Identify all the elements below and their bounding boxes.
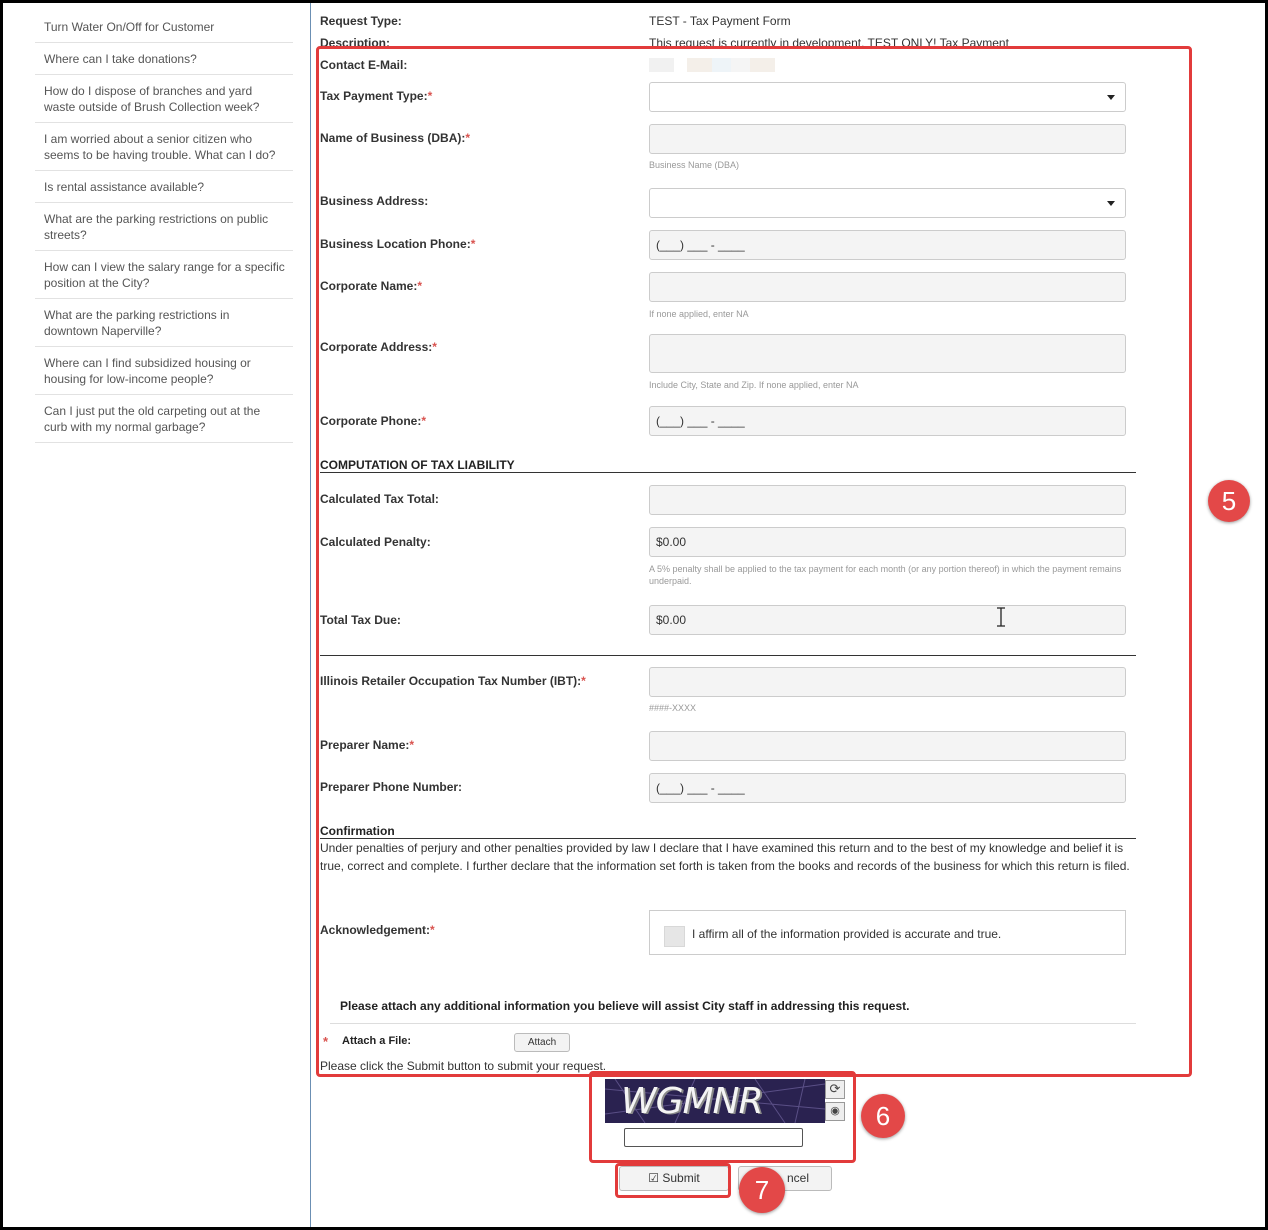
faq-link[interactable]: What are the parking restrictions on pub…	[35, 203, 293, 251]
badge-5: 5	[1208, 480, 1250, 522]
faq-link[interactable]: Where can I find subsidized housing or h…	[35, 347, 293, 395]
faq-link[interactable]: Is rental assistance available?	[35, 171, 293, 203]
faq-link[interactable]: How can I view the salary range for a sp…	[35, 251, 293, 299]
annotation-box-submit	[615, 1163, 731, 1198]
faq-link[interactable]: How do I dispose of branches and yard wa…	[35, 75, 293, 123]
screenshot-frame: Turn Water On/Off for Customer Where can…	[0, 0, 1268, 1230]
faq-link[interactable]: Where can I take donations?	[35, 43, 293, 75]
annotation-box-captcha	[589, 1071, 856, 1163]
faq-link[interactable]: What are the parking restrictions in dow…	[35, 299, 293, 347]
request-type-label: Request Type:	[320, 14, 402, 28]
faq-sidebar: Turn Water On/Off for Customer Where can…	[35, 11, 293, 443]
faq-link[interactable]: Can I just put the old carpeting out at …	[35, 395, 293, 443]
annotation-box-form	[316, 46, 1192, 1077]
badge-6: 6	[861, 1094, 905, 1138]
faq-link[interactable]: I am worried about a senior citizen who …	[35, 123, 293, 171]
sidebar-divider	[310, 3, 311, 1227]
badge-7: 7	[739, 1167, 785, 1213]
request-type-value: TEST - Tax Payment Form	[649, 14, 791, 28]
faq-link[interactable]: Turn Water On/Off for Customer	[35, 11, 293, 43]
